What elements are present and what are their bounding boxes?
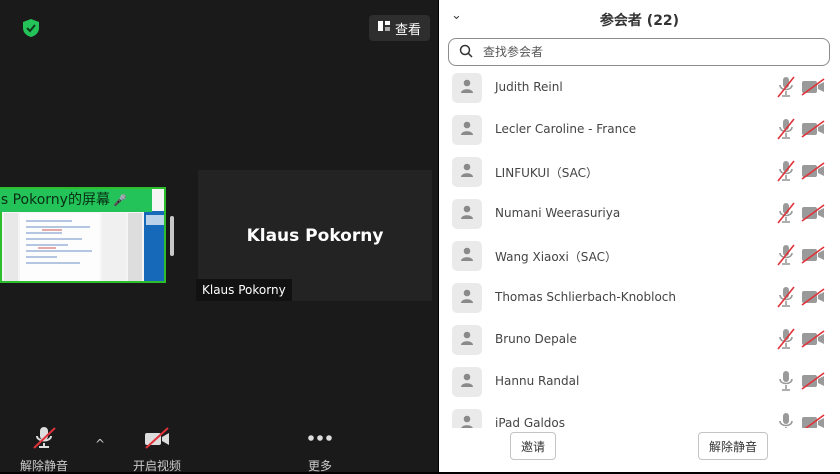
participants-panel: ⌄ 参会者 (22) Judith Reinl Lecler Caroline -… xyxy=(439,0,840,472)
unmute-button[interactable]: 解除静音 xyxy=(20,426,68,474)
microphone-muted-icon[interactable] xyxy=(777,286,795,308)
start-video-button[interactable]: 开启视频 xyxy=(133,426,181,474)
participant-row[interactable]: Lecler Caroline - France xyxy=(439,110,840,152)
participant-search-input[interactable] xyxy=(481,44,785,60)
camera-off-icon[interactable] xyxy=(801,204,825,222)
person-icon xyxy=(459,246,475,266)
participant-row[interactable]: Judith Reinl xyxy=(439,68,840,110)
participant-name: Thomas Schlierbach-Knobloch xyxy=(495,290,677,304)
participant-name: LINFUKUI（SAC） xyxy=(495,166,598,180)
microphone-muted-icon[interactable] xyxy=(777,328,795,350)
participant-name: Numani Weerasuriya xyxy=(495,206,621,220)
microphone-muted-icon[interactable] xyxy=(777,76,795,98)
participant-name: Hannu Randal xyxy=(495,374,580,388)
camera-off-icon[interactable] xyxy=(801,288,825,306)
participant-row[interactable]: Bruno Depale xyxy=(439,320,840,362)
microphone-muted-icon xyxy=(31,426,57,457)
avatar xyxy=(452,115,482,145)
audio-options-chevron-icon[interactable]: ^ xyxy=(95,437,105,451)
avatar xyxy=(452,283,482,313)
participants-header: ⌄ 参会者 (22) xyxy=(439,0,840,36)
camera-off-icon xyxy=(144,426,170,457)
microphone-icon[interactable] xyxy=(777,412,795,428)
camera-off-icon[interactable] xyxy=(801,78,825,96)
participant-name: Bruno Depale xyxy=(495,332,577,346)
participants-title: 参会者 (22) xyxy=(599,13,680,29)
avatar xyxy=(452,73,482,103)
participant-search[interactable] xyxy=(448,38,830,66)
avatar xyxy=(452,157,482,187)
camera-off-icon[interactable] xyxy=(801,246,825,264)
person-icon xyxy=(459,414,475,428)
participant-row[interactable]: LINFUKUI（SAC） xyxy=(439,152,840,194)
avatar xyxy=(452,409,482,428)
more-label: 更多 xyxy=(307,459,332,473)
participant-name-caption: Klaus Pokorny xyxy=(196,279,292,301)
video-area: 查看 us Pokorny的屏幕 🎤 Klaus Pokorny Klaus Po… xyxy=(0,0,438,474)
microphone-muted-icon[interactable] xyxy=(777,244,795,266)
shield-check-icon[interactable] xyxy=(21,18,41,38)
microphone-muted-icon[interactable] xyxy=(777,160,795,182)
person-icon xyxy=(459,288,475,308)
participant-row[interactable]: Thomas Schlierbach-Knobloch xyxy=(439,278,840,320)
participant-row[interactable]: Hannu Randal xyxy=(439,362,840,404)
unmute-all-button[interactable]: 解除静音 xyxy=(698,432,768,460)
participant-name: Judith Reinl xyxy=(495,80,563,94)
more-dots-icon xyxy=(307,426,333,457)
meeting-toolbar: 解除静音 开启视频 更多 xyxy=(0,420,438,474)
unmute-label: 解除静音 xyxy=(20,459,69,473)
more-button[interactable]: 更多 xyxy=(307,426,333,474)
avatar xyxy=(452,325,482,355)
person-icon xyxy=(459,330,475,350)
view-button-label: 查看 xyxy=(394,22,421,38)
microphone-muted-icon[interactable] xyxy=(777,118,795,140)
grid-view-icon xyxy=(377,20,390,36)
avatar xyxy=(452,367,482,397)
start-video-label: 开启视频 xyxy=(133,459,182,473)
participants-footer: 邀请 解除静音 xyxy=(439,428,840,472)
participant-name: Wang Xiaoxi（SAC） xyxy=(495,250,618,264)
search-icon xyxy=(449,43,473,62)
person-icon xyxy=(459,204,475,224)
person-icon xyxy=(459,162,475,182)
screen-share-owner: us Pokorny的屏幕 xyxy=(0,192,110,208)
camera-off-icon[interactable] xyxy=(801,372,825,390)
participant-name: iPad Galdos xyxy=(495,416,566,428)
participant-row[interactable]: Numani Weerasuriya xyxy=(439,194,840,236)
microphone-muted-icon[interactable] xyxy=(777,202,795,224)
avatar xyxy=(452,241,482,271)
camera-off-icon[interactable] xyxy=(801,162,825,180)
participant-row[interactable]: iPad Galdos xyxy=(439,404,840,428)
invite-button[interactable]: 邀请 xyxy=(510,432,556,460)
microphone-icon[interactable] xyxy=(777,370,795,392)
participant-row[interactable]: Wang Xiaoxi（SAC） xyxy=(439,236,840,278)
thumbnail-scrollbar[interactable] xyxy=(170,216,174,256)
camera-off-icon[interactable] xyxy=(801,414,825,428)
view-button[interactable]: 查看 xyxy=(369,15,430,41)
camera-off-icon[interactable] xyxy=(801,330,825,348)
person-icon xyxy=(459,372,475,392)
participant-name: Lecler Caroline - France xyxy=(495,122,637,136)
participant-list: Judith Reinl Lecler Caroline - France LINF… xyxy=(439,68,840,428)
microphone-icon: 🎤 xyxy=(112,194,127,207)
person-icon xyxy=(459,120,475,140)
avatar xyxy=(452,199,482,229)
camera-off-icon[interactable] xyxy=(801,120,825,138)
person-icon xyxy=(459,78,475,98)
screen-share-label: us Pokorny的屏幕 🎤 xyxy=(0,189,152,212)
